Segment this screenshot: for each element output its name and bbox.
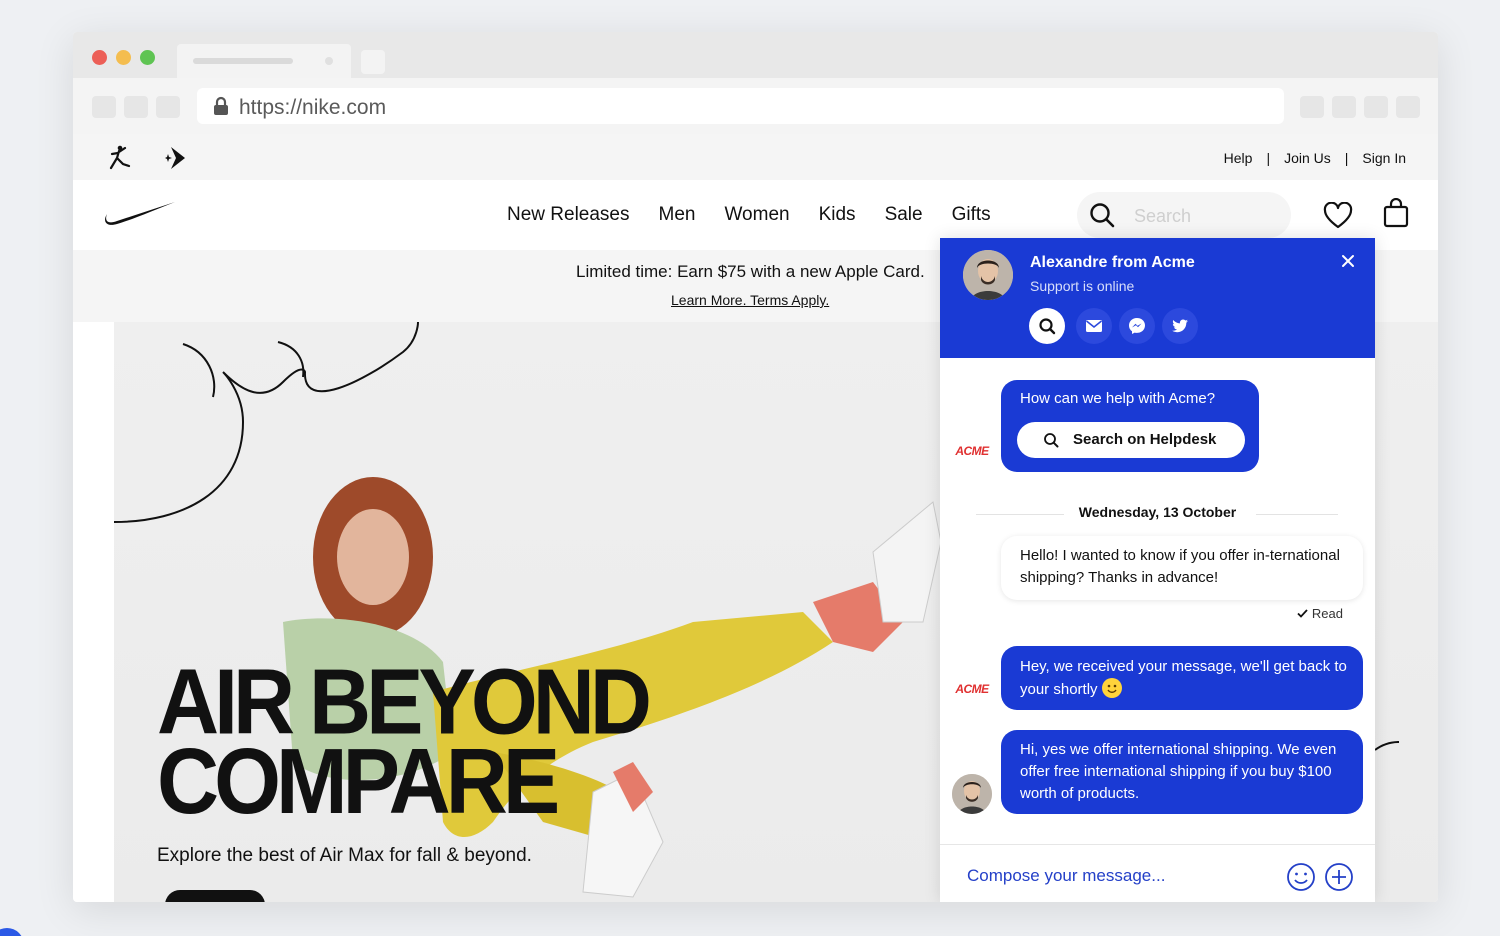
search-icon: [1039, 318, 1056, 335]
help-link[interactable]: Help: [1224, 150, 1253, 166]
compose-input[interactable]: Compose your message...: [967, 866, 1165, 886]
promo-text: Limited time: Earn $75 with a new Apple …: [576, 262, 925, 281]
join-us-link[interactable]: Join Us: [1284, 150, 1331, 166]
tab-close-icon[interactable]: [325, 57, 333, 65]
email-channel-button[interactable]: [1076, 308, 1112, 344]
browser-toolbar: https://nike.com: [73, 78, 1438, 134]
twitter-icon: [1172, 319, 1188, 333]
tab-title-placeholder: [193, 58, 293, 64]
toolbar-button-1[interactable]: [1300, 96, 1324, 118]
user-message-text: Hello! I wanted to know if you offer in-…: [1020, 547, 1340, 586]
acme-logo: ACME: [955, 444, 989, 458]
sign-in-link[interactable]: Sign In: [1362, 150, 1406, 166]
agent-status: Support is online: [1030, 278, 1135, 294]
search-icon: [1090, 203, 1115, 228]
maximize-window-button[interactable]: [140, 50, 155, 65]
read-receipt: Read: [1297, 606, 1343, 621]
agent-avatar: [963, 250, 1013, 300]
search-icon: [1044, 433, 1059, 448]
messenger-icon: [1129, 318, 1145, 334]
search-input[interactable]: Search: [1077, 192, 1291, 238]
email-icon: [1086, 320, 1102, 332]
separator: |: [1344, 150, 1349, 166]
hero-shop-button[interactable]: [165, 890, 265, 902]
chat-header: Alexandre from Acme Support is online: [940, 238, 1375, 358]
emoji-picker-icon[interactable]: [1286, 862, 1316, 892]
nav-gifts[interactable]: Gifts: [952, 204, 991, 226]
new-tab-button[interactable]: [361, 50, 385, 74]
nav-new-releases[interactable]: New Releases: [507, 204, 630, 226]
bot-message-bubble: How can we help with Acme? Search on Hel…: [1001, 380, 1259, 472]
hero-subtitle: Explore the best of Air Max for fall & b…: [157, 845, 532, 866]
bot-reply-text-wrapper: Hey, we received your message, we'll get…: [1020, 656, 1350, 701]
forward-button[interactable]: [124, 96, 148, 118]
lock-icon: [214, 96, 228, 115]
toolbar-button-2[interactable]: [1332, 96, 1356, 118]
browser-tabbar: [73, 32, 1438, 78]
checkmark-icon: [1297, 609, 1308, 618]
toolbar-button-4[interactable]: [1396, 96, 1420, 118]
agent-reply-bubble: Hi, yes we offer international shipping.…: [1001, 730, 1363, 814]
reload-button[interactable]: [156, 96, 180, 118]
shopping-bag-icon[interactable]: [1383, 198, 1409, 228]
helpdesk-button-label: Search on Helpdesk: [1073, 431, 1217, 448]
browser-tab[interactable]: [177, 44, 351, 78]
minimize-window-button[interactable]: [116, 50, 131, 65]
hero-title: AIR BEYOND COMPARE: [157, 656, 652, 834]
agent-name: Alexandre from Acme: [1030, 254, 1195, 271]
toolbar-button-3[interactable]: [1364, 96, 1388, 118]
utility-bar: Help | Join Us | Sign In: [73, 134, 1438, 180]
read-status-text: Read: [1311, 606, 1343, 621]
close-icon[interactable]: [1341, 254, 1355, 268]
bot-prompt-text: How can we help with Acme?: [1020, 390, 1216, 407]
nav-links: New Releases Men Women Kids Sale Gifts: [507, 204, 991, 226]
bot-reply-bubble: Hey, we received your message, we'll get…: [1001, 646, 1363, 710]
url-text: https://nike.com: [239, 96, 387, 119]
chat-widget: Alexandre from Acme Support is online AC…: [940, 238, 1375, 902]
agent-portrait: [963, 250, 1013, 300]
search-channel-button[interactable]: [1029, 308, 1065, 344]
smiley-emoji-icon: [1101, 678, 1122, 698]
nav-kids[interactable]: Kids: [819, 204, 856, 226]
search-helpdesk-button[interactable]: Search on Helpdesk: [1017, 422, 1245, 458]
nike-swoosh-logo[interactable]: [103, 198, 177, 228]
jordan-logo-icon[interactable]: [103, 144, 135, 172]
hero-title-line2: COMPARE: [157, 730, 560, 834]
bot-reply-text: Hey, we received your message, we'll get…: [1020, 658, 1347, 698]
message-composer[interactable]: Compose your message...: [940, 844, 1375, 902]
hero-decoration: [1374, 741, 1400, 751]
agent-portrait-small: [952, 774, 992, 814]
close-window-button[interactable]: [92, 50, 107, 65]
browser-window: https://nike.com Help | Join Us | Sign I…: [73, 32, 1438, 902]
acme-logo: ACME: [955, 682, 989, 696]
nav-women[interactable]: Women: [724, 204, 789, 226]
address-bar[interactable]: https://nike.com: [197, 88, 1284, 124]
launcher-badge[interactable]: [0, 928, 24, 936]
promo-terms-link[interactable]: Learn More. Terms Apply.: [671, 292, 829, 308]
separator: |: [1266, 150, 1271, 166]
back-button[interactable]: [92, 96, 116, 118]
favorites-heart-icon[interactable]: [1323, 202, 1353, 230]
agent-small-avatar: [952, 774, 992, 814]
search-placeholder: Search: [1134, 206, 1192, 226]
converse-logo-icon[interactable]: [159, 144, 191, 172]
twitter-channel-button[interactable]: [1162, 308, 1198, 344]
add-attachment-icon[interactable]: [1324, 862, 1354, 892]
utility-links: Help | Join Us | Sign In: [1224, 150, 1406, 166]
agent-reply-text: Hi, yes we offer international shipping.…: [1020, 741, 1337, 802]
messenger-channel-button[interactable]: [1119, 308, 1155, 344]
date-divider: Wednesday, 13 October: [1078, 504, 1237, 520]
nav-sale[interactable]: Sale: [885, 204, 923, 226]
user-message-bubble: Hello! I wanted to know if you offer in-…: [1001, 536, 1363, 600]
nav-men[interactable]: Men: [659, 204, 696, 226]
